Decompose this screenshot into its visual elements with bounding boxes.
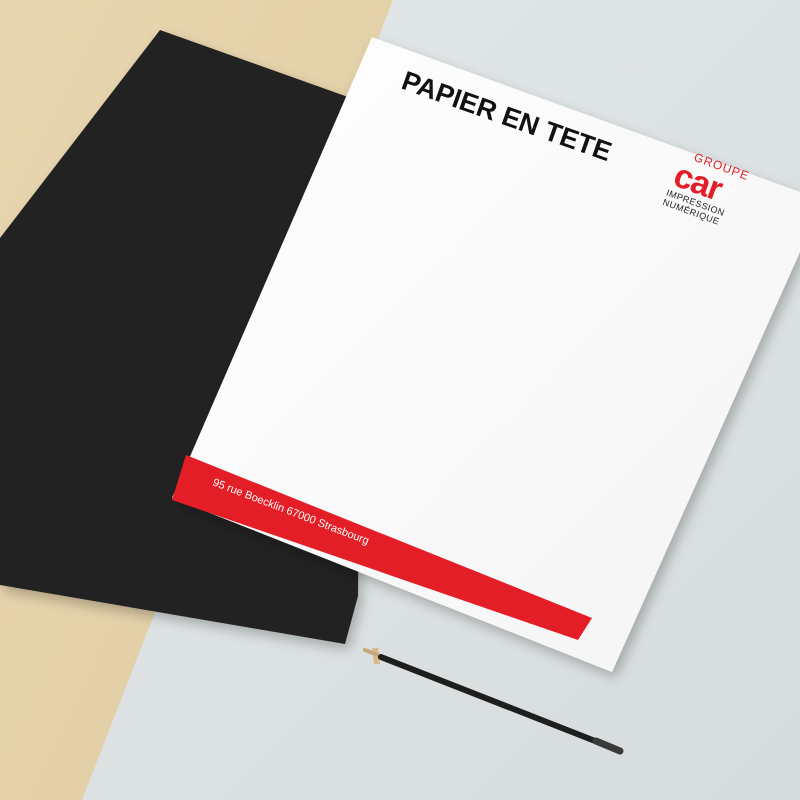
letterhead-title: PAPIER EN TETE: [398, 65, 615, 167]
paper-printing: PAPIER EN TETE GROUPE car IMPRESSION NUM…: [211, 65, 751, 548]
photo-scene: PAPIER EN TETE GROUPE car IMPRESSION NUM…: [0, 0, 800, 800]
groupe-car-logo: GROUPE car IMPRESSION NUMÉRIQUE: [661, 150, 751, 227]
footer-address: 95 rue Boecklin 67000 Strasbourg: [211, 477, 371, 548]
